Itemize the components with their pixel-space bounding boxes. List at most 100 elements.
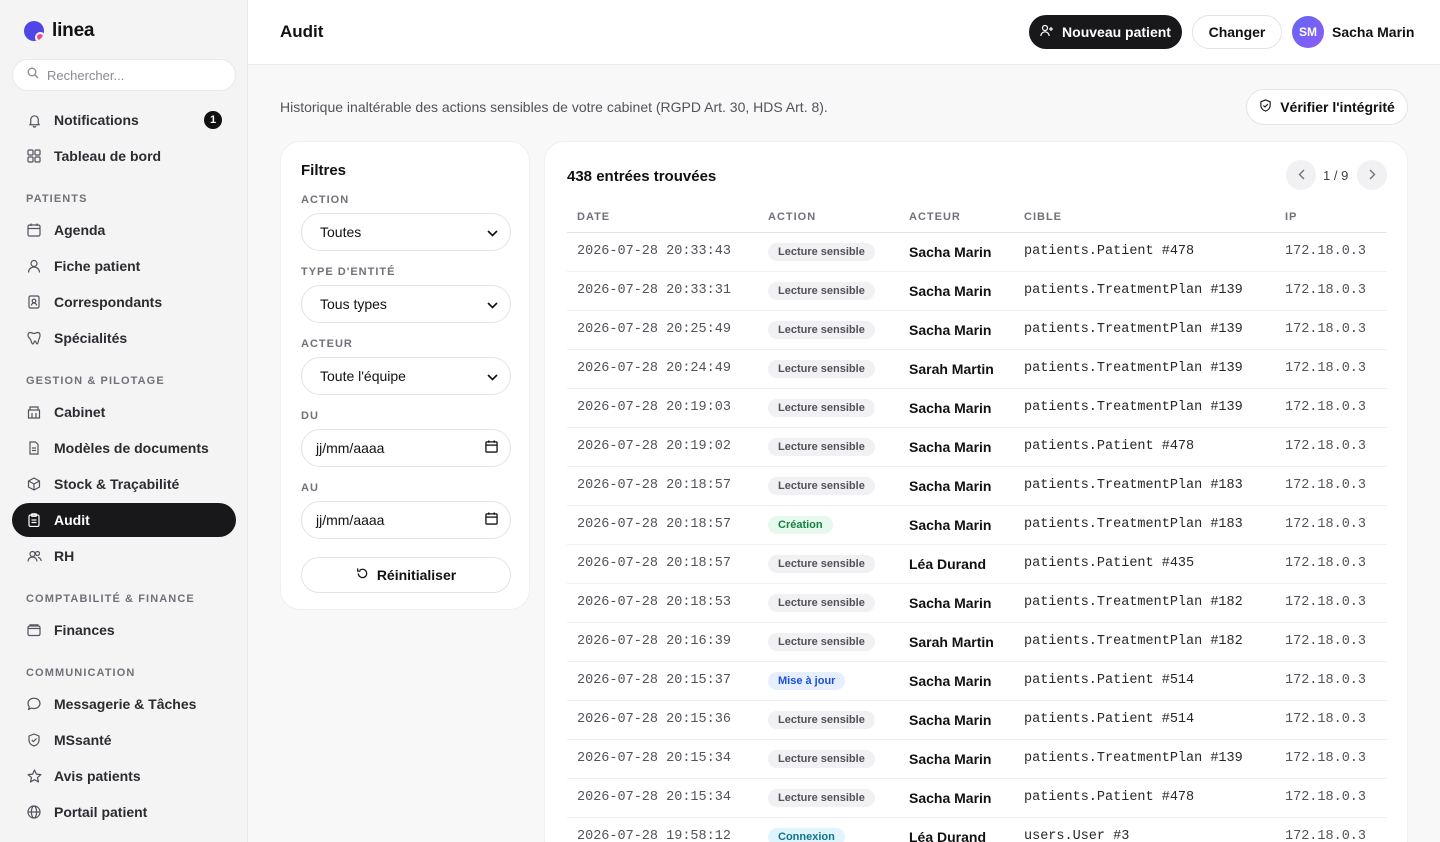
- avatar[interactable]: SM: [1292, 16, 1324, 48]
- table-row[interactable]: 2026-07-28 20:18:57 Lecture sensible Sacha…: [567, 466, 1387, 506]
- user-name[interactable]: Sacha Marin: [1332, 24, 1414, 40]
- clipboard-icon: [26, 512, 42, 528]
- sidebar-item-label: Cabinet: [54, 404, 106, 420]
- table-row[interactable]: 2026-07-28 20:16:39 Lecture sensible Sarah…: [567, 622, 1387, 662]
- cell-target: patients.TreatmentPlan #182: [1014, 622, 1275, 662]
- sidebar-item-document-templates[interactable]: Modèles de documents: [12, 431, 236, 465]
- table-row[interactable]: 2026-07-28 20:19:02 Lecture sensible Sacha…: [567, 427, 1387, 467]
- table-row[interactable]: 2026-07-28 19:58:12 Connexion Léa Durand us…: [567, 817, 1387, 842]
- action-badge: Lecture sensible: [768, 282, 875, 300]
- change-button[interactable]: Changer: [1192, 15, 1282, 49]
- column-header-ip[interactable]: IP: [1275, 203, 1387, 233]
- action-badge: Lecture sensible: [768, 750, 875, 768]
- sidebar-item-label: Messagerie & Tâches: [54, 696, 197, 712]
- date-to-input[interactable]: jj/mm/aaaa: [301, 501, 511, 539]
- sidebar-item-dashboard[interactable]: Tableau de bord: [12, 139, 236, 173]
- table-row[interactable]: 2026-07-28 20:24:49 Lecture sensible Sarah…: [567, 349, 1387, 389]
- sidebar-item-stock[interactable]: Stock & Traçabilité: [12, 467, 236, 501]
- column-header-target[interactable]: CIBLE: [1014, 203, 1275, 233]
- sidebar-item-patient-file[interactable]: Fiche patient: [12, 249, 236, 283]
- entity-filter-label: TYPE D'ENTITÉ: [301, 266, 396, 278]
- table-row[interactable]: 2026-07-28 20:33:43 Lecture sensible Sacha…: [567, 232, 1387, 272]
- next-page-button[interactable]: [1357, 160, 1387, 190]
- sidebar-item-messaging[interactable]: Messagerie & Tâches: [12, 687, 236, 721]
- search-input[interactable]: [47, 67, 217, 83]
- sidebar-item-finances[interactable]: Finances: [12, 613, 236, 647]
- sidebar-item-patient-portal[interactable]: Portail patient: [12, 795, 236, 829]
- cell-action: Lecture sensible: [758, 271, 899, 311]
- table-row[interactable]: 2026-07-28 20:25:49 Lecture sensible Sacha…: [567, 310, 1387, 350]
- sidebar-item-label: Audit: [54, 512, 90, 528]
- action-badge: Lecture sensible: [768, 360, 875, 378]
- table-row[interactable]: 2026-07-28 20:33:31 Lecture sensible Sacha…: [567, 271, 1387, 311]
- shield-icon: [26, 732, 42, 748]
- calendar-icon[interactable]: [485, 512, 498, 528]
- entity-type-filter-select[interactable]: Tous types: [301, 285, 511, 323]
- search-box[interactable]: [12, 59, 236, 91]
- cell-ip: 172.18.0.3: [1275, 388, 1387, 428]
- table-row[interactable]: 2026-07-28 20:15:34 Lecture sensible Sacha…: [567, 739, 1387, 779]
- column-header-date[interactable]: DATE: [567, 203, 758, 233]
- calendar-icon[interactable]: [485, 440, 498, 456]
- cell-actor: Sacha Marin: [899, 427, 1014, 467]
- sidebar-item-notifications[interactable]: Notifications 1: [12, 103, 236, 137]
- audit-log-panel: 438 entrées trouvées 1 / 9 DATE ACTION A…: [544, 141, 1408, 842]
- cell-ip: 172.18.0.3: [1275, 466, 1387, 506]
- table-row[interactable]: 2026-07-28 20:15:34 Lecture sensible Sacha…: [567, 778, 1387, 818]
- column-header-actor[interactable]: ACTEUR: [899, 203, 1014, 233]
- action-filter-select[interactable]: Toutes: [301, 213, 511, 251]
- verify-integrity-label: Vérifier l'intégrité: [1280, 99, 1395, 115]
- table-row[interactable]: 2026-07-28 20:18:57 Création Sacha Marin pa…: [567, 505, 1387, 545]
- box-icon: [26, 476, 42, 492]
- table-row[interactable]: 2026-07-28 20:15:37 Mise à jour Sacha Mari…: [567, 661, 1387, 701]
- cell-action: Lecture sensible: [758, 349, 899, 389]
- chevron-down-icon: [487, 296, 498, 312]
- actor-filter-label: ACTEUR: [301, 338, 353, 350]
- cell-date: 2026-07-28 20:33:43: [567, 232, 758, 272]
- action-badge: Lecture sensible: [768, 594, 875, 612]
- sidebar-item-agenda[interactable]: Agenda: [12, 213, 236, 247]
- reset-filters-button[interactable]: Réinitialiser: [301, 557, 511, 593]
- cell-target: patients.TreatmentPlan #183: [1014, 505, 1275, 545]
- sidebar-item-specialties[interactable]: Spécialités: [12, 321, 236, 355]
- grid-icon: [26, 148, 42, 164]
- refresh-icon: [356, 567, 369, 583]
- globe-icon: [26, 804, 42, 820]
- brand[interactable]: linea: [24, 20, 95, 42]
- table-row[interactable]: 2026-07-28 20:15:36 Lecture sensible Sacha…: [567, 700, 1387, 740]
- table-row[interactable]: 2026-07-28 20:18:57 Lecture sensible Léa D…: [567, 544, 1387, 584]
- cell-date: 2026-07-28 20:25:49: [567, 310, 758, 350]
- sidebar-item-office[interactable]: Cabinet: [12, 395, 236, 429]
- sidebar-item-mssante[interactable]: MSsanté: [12, 723, 236, 757]
- filters-title: Filtres: [301, 162, 347, 179]
- sidebar-item-label: Avis patients: [54, 768, 141, 784]
- cell-date: 2026-07-28 20:33:31: [567, 271, 758, 311]
- cell-date: 2026-07-28 20:19:02: [567, 427, 758, 467]
- cell-ip: 172.18.0.3: [1275, 778, 1387, 818]
- sidebar-item-audit[interactable]: Audit: [12, 503, 236, 537]
- sidebar-item-hr[interactable]: RH: [12, 539, 236, 573]
- cell-target: patients.TreatmentPlan #139: [1014, 271, 1275, 311]
- column-header-action[interactable]: ACTION: [758, 203, 899, 233]
- sidebar-item-patient-reviews[interactable]: Avis patients: [12, 759, 236, 793]
- table-row[interactable]: 2026-07-28 20:18:53 Lecture sensible Sacha…: [567, 583, 1387, 623]
- table-row[interactable]: 2026-07-28 20:19:03 Lecture sensible Sacha…: [567, 388, 1387, 428]
- date-to-label: AU: [301, 482, 319, 494]
- new-patient-button[interactable]: Nouveau patient: [1029, 15, 1182, 49]
- sidebar-item-correspondents[interactable]: Correspondants: [12, 285, 236, 319]
- action-badge: Connexion: [768, 828, 845, 842]
- cell-action: Lecture sensible: [758, 310, 899, 350]
- cell-actor: Sacha Marin: [899, 739, 1014, 779]
- page-subtitle: Historique inaltérable des actions sensi…: [280, 99, 828, 115]
- actor-filter-select[interactable]: Toute l'équipe: [301, 357, 511, 395]
- action-badge: Mise à jour: [768, 672, 846, 690]
- cell-date: 2026-07-28 20:15:37: [567, 661, 758, 701]
- cell-ip: 172.18.0.3: [1275, 817, 1387, 842]
- wallet-icon: [26, 622, 42, 638]
- cell-date: 2026-07-28 20:24:49: [567, 349, 758, 389]
- date-from-input[interactable]: jj/mm/aaaa: [301, 429, 511, 467]
- previous-page-button[interactable]: [1286, 160, 1316, 190]
- verify-integrity-button[interactable]: Vérifier l'intégrité: [1246, 89, 1408, 125]
- action-badge: Création: [768, 516, 833, 534]
- cell-target: patients.Patient #478: [1014, 427, 1275, 467]
